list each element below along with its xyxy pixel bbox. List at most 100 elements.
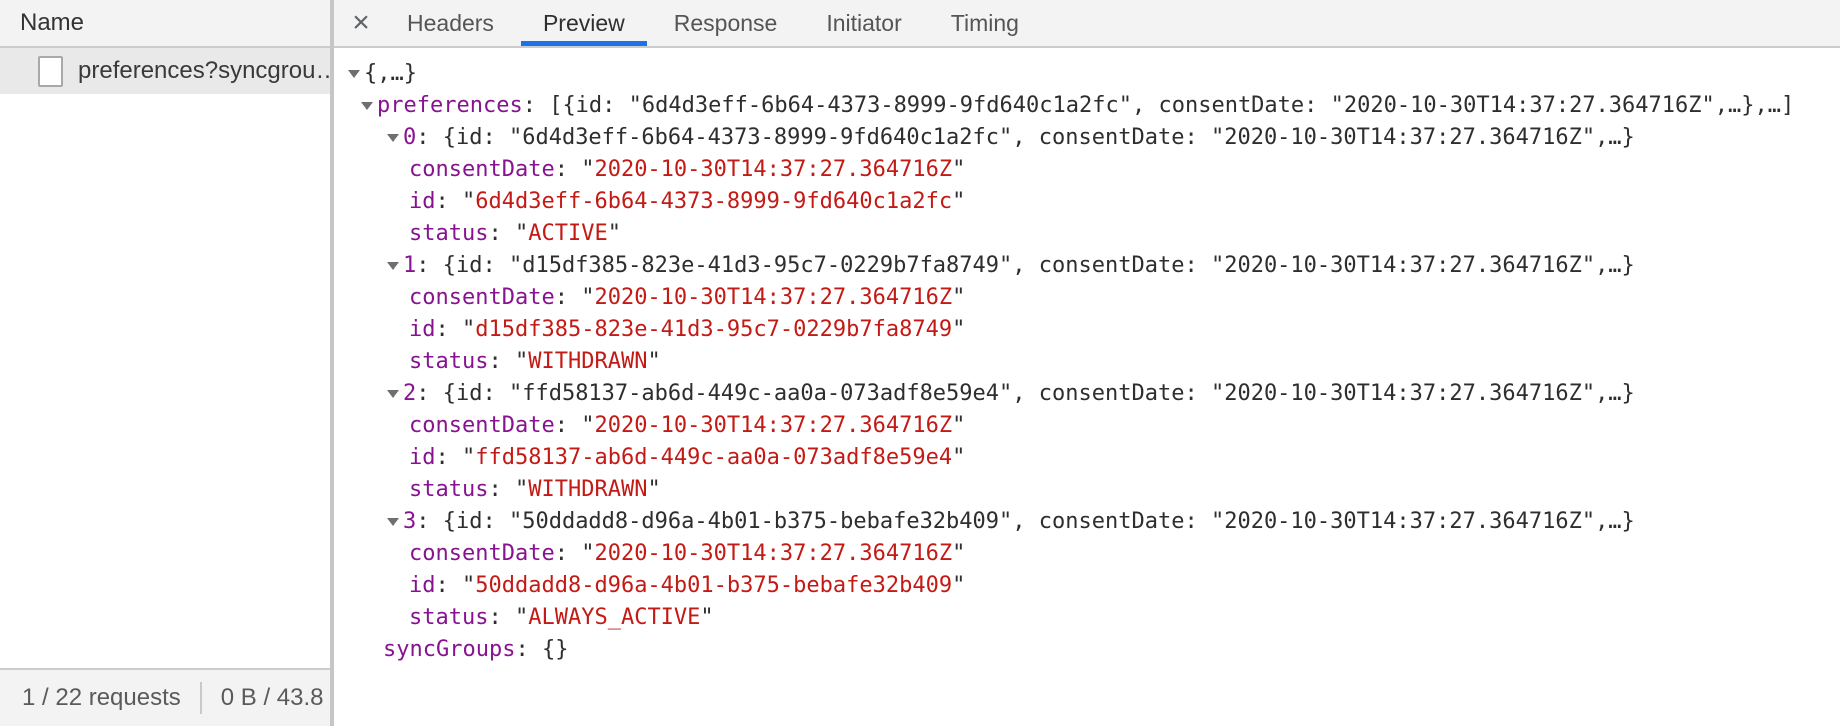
json-key: 0	[403, 125, 416, 150]
json-key: id	[409, 317, 436, 342]
json-key: status	[409, 349, 488, 374]
json-string-value: WITHDRAWN	[528, 349, 647, 374]
requests-count-label: 1 / 22 requests	[22, 684, 181, 712]
json-plain-text: : "	[436, 189, 476, 214]
json-plain-text: "	[952, 445, 965, 470]
json-string-value: 6d4d3eff-6b64-4373-8999-9fd640c1a2fc	[475, 189, 952, 214]
tab-preview[interactable]: Preview	[521, 0, 647, 46]
request-list-pane: Name preferences?syncgrou… 1 / 22 reques…	[0, 0, 334, 726]
json-key: status	[409, 477, 488, 502]
tree-row[interactable]: id: "6d4d3eff-6b64-4373-8999-9fd640c1a2f…	[334, 186, 1840, 218]
expand-arrow-icon[interactable]	[387, 518, 399, 526]
json-plain-text: "	[952, 285, 965, 310]
json-string-value: ffd58137-ab6d-449c-aa0a-073adf8e59e4	[475, 445, 952, 470]
json-plain-text: "	[700, 605, 713, 630]
expand-arrow-icon[interactable]	[387, 390, 399, 398]
json-string-value: ACTIVE	[528, 221, 607, 246]
json-plain-text: "	[647, 477, 660, 502]
tree-row[interactable]: syncGroups: {}	[334, 634, 1840, 666]
tree-row[interactable]: preferences: [{id: "6d4d3eff-6b64-4373-8…	[334, 90, 1840, 122]
tree-row[interactable]: status: "WITHDRAWN"	[334, 346, 1840, 378]
tree-row[interactable]: id: "50ddadd8-d96a-4b01-b375-bebafe32b40…	[334, 570, 1840, 602]
network-status-bar: 1 / 22 requests 0 B / 43.8	[0, 668, 330, 726]
tab-initiator[interactable]: Initiator	[804, 0, 923, 46]
close-icon: ×	[352, 6, 370, 40]
json-key: 1	[403, 253, 416, 278]
json-plain-text: : [{id: "6d4d3eff-6b64-4373-8999-9fd640c…	[523, 93, 1795, 118]
json-plain-text: : "	[488, 605, 528, 630]
json-key: 2	[403, 381, 416, 406]
json-string-value: 2020-10-30T14:37:27.364716Z	[594, 285, 952, 310]
tree-row[interactable]: status: "WITHDRAWN"	[334, 474, 1840, 506]
tree-row[interactable]: consentDate: "2020-10-30T14:37:27.364716…	[334, 282, 1840, 314]
json-plain-text: "	[952, 317, 965, 342]
transfer-size-label: 0 B / 43.8	[221, 684, 324, 712]
tree-row[interactable]: consentDate: "2020-10-30T14:37:27.364716…	[334, 538, 1840, 570]
json-string-value: d15df385-823e-41d3-95c7-0229b7fa8749	[475, 317, 952, 342]
json-plain-text: : "	[488, 221, 528, 246]
expand-arrow-icon[interactable]	[348, 70, 360, 78]
tree-row[interactable]: id: "ffd58137-ab6d-449c-aa0a-073adf8e59e…	[334, 442, 1840, 474]
json-plain-text: {,…}	[364, 61, 417, 86]
json-key: status	[409, 221, 488, 246]
json-plain-text: : {id: "ffd58137-ab6d-449c-aa0a-073adf8e…	[416, 381, 1635, 406]
json-key: id	[409, 573, 436, 598]
json-string-value: 2020-10-30T14:37:27.364716Z	[594, 413, 952, 438]
name-column-label: Name	[20, 9, 84, 37]
close-detail-button[interactable]: ×	[342, 0, 380, 46]
json-plain-text: "	[647, 349, 660, 374]
tree-row[interactable]: consentDate: "2020-10-30T14:37:27.364716…	[334, 410, 1840, 442]
json-plain-text: "	[608, 221, 621, 246]
tree-row[interactable]: 3: {id: "50ddadd8-d96a-4b01-b375-bebafe3…	[334, 506, 1840, 538]
tree-row[interactable]: 1: {id: "d15df385-823e-41d3-95c7-0229b7f…	[334, 250, 1840, 282]
json-plain-text: : {id: "6d4d3eff-6b64-4373-8999-9fd640c1…	[416, 125, 1635, 150]
json-key: syncGroups	[383, 637, 515, 662]
preview-json-tree: {,…} preferences: [{id: "6d4d3eff-6b64-43…	[334, 48, 1840, 726]
json-plain-text: : "	[436, 573, 476, 598]
tree-row[interactable]: {,…}	[334, 58, 1840, 90]
json-plain-text: : "	[555, 413, 595, 438]
json-plain-text: : "	[555, 285, 595, 310]
json-key: id	[409, 189, 436, 214]
json-plain-text: "	[952, 189, 965, 214]
tab-response[interactable]: Response	[652, 0, 800, 46]
json-string-value: 2020-10-30T14:37:27.364716Z	[594, 541, 952, 566]
request-name-label: preferences?syncgrou…	[78, 57, 330, 85]
expand-arrow-icon[interactable]	[387, 134, 399, 142]
json-string-value: 50ddadd8-d96a-4b01-b375-bebafe32b409	[475, 573, 952, 598]
devtools-network-panel: Name preferences?syncgrou… 1 / 22 reques…	[0, 0, 1840, 726]
json-key: consentDate	[409, 413, 555, 438]
tree-row[interactable]: 2: {id: "ffd58137-ab6d-449c-aa0a-073adf8…	[334, 378, 1840, 410]
json-plain-text: : "	[555, 157, 595, 182]
json-key: id	[409, 445, 436, 470]
json-plain-text: : {id: "d15df385-823e-41d3-95c7-0229b7fa…	[416, 253, 1635, 278]
tab-timing[interactable]: Timing	[929, 0, 1041, 46]
tree-row[interactable]: status: "ALWAYS_ACTIVE"	[334, 602, 1840, 634]
tree-row[interactable]: id: "d15df385-823e-41d3-95c7-0229b7fa874…	[334, 314, 1840, 346]
tab-headers[interactable]: Headers	[385, 0, 516, 46]
request-list-empty-area	[0, 94, 330, 668]
expand-arrow-icon[interactable]	[387, 262, 399, 270]
tree-row[interactable]: 0: {id: "6d4d3eff-6b64-4373-8999-9fd640c…	[334, 122, 1840, 154]
json-plain-text: : "	[555, 541, 595, 566]
json-string-value: ALWAYS_ACTIVE	[528, 605, 700, 630]
status-bar-divider	[200, 682, 202, 714]
file-icon	[38, 56, 63, 87]
json-string-value: WITHDRAWN	[528, 477, 647, 502]
json-plain-text: "	[952, 541, 965, 566]
request-detail-pane: × HeadersPreviewResponseInitiatorTiming …	[334, 0, 1840, 726]
tree-row[interactable]: consentDate: "2020-10-30T14:37:27.364716…	[334, 154, 1840, 186]
json-plain-text: : {id: "50ddadd8-d96a-4b01-b375-bebafe32…	[416, 509, 1635, 534]
json-plain-text: : "	[436, 317, 476, 342]
json-key: status	[409, 605, 488, 630]
name-column-header[interactable]: Name	[0, 0, 330, 48]
json-key: consentDate	[409, 285, 555, 310]
json-plain-text: : "	[488, 477, 528, 502]
json-plain-text: : "	[436, 445, 476, 470]
json-plain-text: "	[952, 413, 965, 438]
expand-arrow-icon[interactable]	[361, 102, 373, 110]
json-plain-text: "	[952, 573, 965, 598]
request-row-preferences[interactable]: preferences?syncgrou…	[0, 48, 330, 94]
json-plain-text: : "	[488, 349, 528, 374]
tree-row[interactable]: status: "ACTIVE"	[334, 218, 1840, 250]
